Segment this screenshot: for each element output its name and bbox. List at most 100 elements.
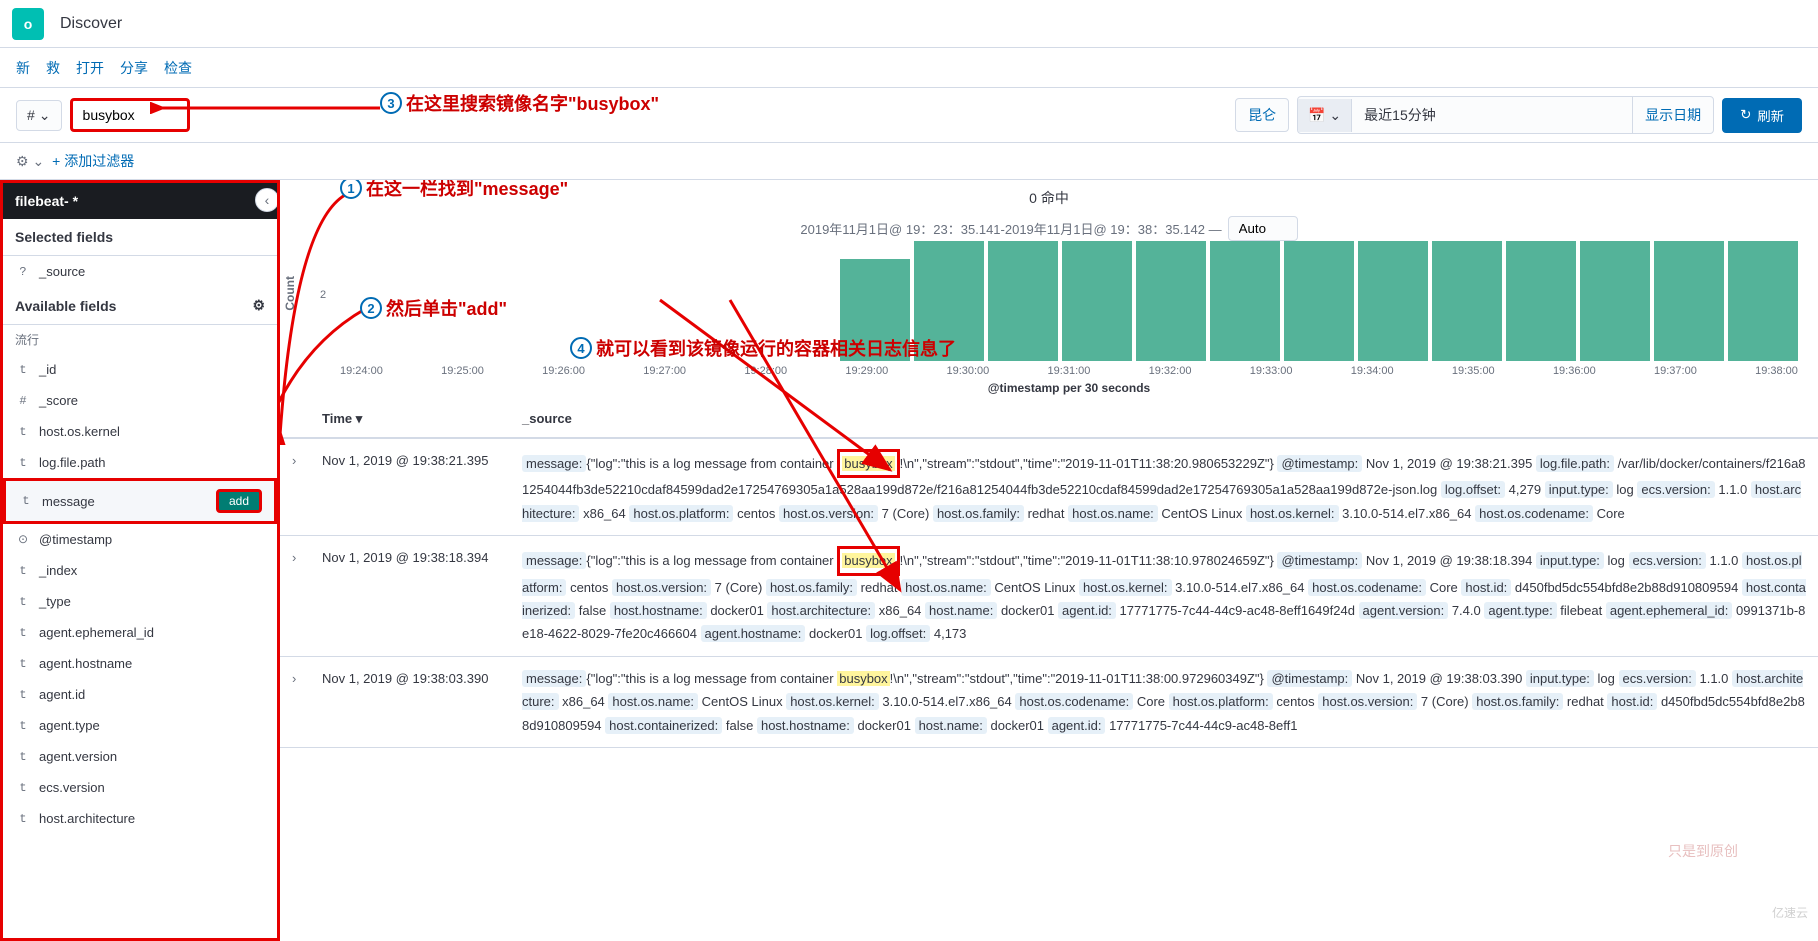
field-type-icon: t [15,812,31,826]
field-key: host.os.family: [933,505,1024,522]
refresh-icon: ↻ [1740,107,1751,123]
field-key: @timestamp: [1277,552,1362,569]
collapse-sidebar-icon[interactable]: ‹ [255,188,279,212]
field-row[interactable]: #_score [3,385,277,416]
expand-icon[interactable]: › [292,667,322,737]
search-highlight: busybox [842,456,894,471]
field-type-icon: t [15,564,31,578]
field-key: ecs.version: [1637,481,1714,498]
table-row: ›Nov 1, 2019 @ 19:38:18.394message:{"log… [280,536,1818,657]
field-row[interactable]: tagent.id [3,679,277,710]
row-time: Nov 1, 2019 @ 19:38:03.390 [322,667,522,737]
field-key: host.os.codename: [1308,579,1426,596]
field-name: agent.ephemeral_id [39,625,154,640]
field-key: host.os.family: [1472,693,1563,710]
kql-label[interactable]: 昆仑 [1235,98,1289,132]
expand-icon[interactable]: › [292,449,322,525]
chart-bar[interactable] [1284,241,1354,361]
menu-item[interactable]: 新 [16,58,30,78]
chart-bar[interactable] [1432,241,1502,361]
app-logo[interactable]: o [12,8,44,40]
chart-bar[interactable] [1062,241,1132,361]
field-key: input.type: [1526,670,1594,687]
chart-bar[interactable] [988,241,1058,361]
field-key: host.id: [1461,579,1511,596]
field-row[interactable]: ⊙@timestamp [3,524,277,555]
column-header-time[interactable]: Time ▾ [322,411,522,427]
x-tick: 19:38:00 [1755,365,1798,377]
annotation-text-3: 在这里搜索镜像名字"busybox" [406,90,659,116]
field-name: agent.type [39,718,100,733]
gear-icon[interactable]: ⚙ [252,297,265,314]
show-dates-link[interactable]: 显示日期 [1632,97,1713,133]
field-name: agent.version [39,749,117,764]
chart-bar[interactable] [1358,241,1428,361]
menu-item[interactable]: 分享 [120,58,148,78]
search-query-input[interactable] [70,98,190,132]
field-key: agent.version: [1359,602,1449,619]
chart-bar[interactable] [1580,241,1650,361]
chart-bar[interactable] [1210,241,1280,361]
field-name: _index [39,563,77,578]
field-row[interactable]: thost.architecture [3,803,277,834]
popular-label: 流行 [3,325,277,354]
results-area: 1 在这一栏找到"message" 0 命中 2019年11月1日@ 19：23… [280,180,1818,941]
field-row[interactable]: tagent.ephemeral_id [3,617,277,648]
field-row[interactable]: tagent.version [3,741,277,772]
field-row[interactable]: ?_source [3,256,277,287]
refresh-label: 刷新 [1757,106,1784,125]
annotation-badge-3: 3 [380,92,402,114]
field-key: host.os.codename: [1475,505,1593,522]
date-picker[interactable]: 📅 ⌄ 最近15分钟 显示日期 [1297,96,1714,134]
field-row[interactable]: tagent.type [3,710,277,741]
add-field-button[interactable]: add [216,489,262,513]
field-row[interactable]: thost.os.kernel [3,416,277,447]
chart-x-title: @timestamp per 30 seconds [340,381,1798,395]
field-type-icon: ? [15,265,31,279]
table-row: ›Nov 1, 2019 @ 19:38:21.395message:{"log… [280,439,1818,536]
x-tick: 19:26:00 [542,365,585,377]
chart-bar[interactable] [1654,241,1724,361]
add-filter-link[interactable]: + 添加过滤器 [52,151,134,171]
field-key: message: [522,670,586,687]
field-key: agent.type: [1484,602,1556,619]
field-key: host.os.name: [608,693,698,710]
field-type-icon: t [15,781,31,795]
row-time: Nov 1, 2019 @ 19:38:21.395 [322,449,522,525]
field-row[interactable]: tmessageadd [3,478,277,524]
chart-bar[interactable] [1506,241,1576,361]
field-row[interactable]: t_id [3,354,277,385]
column-header-source[interactable]: _source [522,411,1806,427]
annotation-badge-1: 1 [340,180,362,199]
chart-bar[interactable] [1136,241,1206,361]
field-type-icon: # [15,394,31,408]
filter-bar: ⚙ ⌄ + 添加过滤器 [0,143,1818,180]
selected-fields-header: Selected fields [3,219,277,256]
field-name: _id [39,362,56,377]
menu-item[interactable]: 打开 [76,58,104,78]
chart-bar[interactable] [1728,241,1798,361]
x-tick: 19:29:00 [845,365,888,377]
menu-item[interactable]: 救 [46,58,60,78]
field-row[interactable]: t _index [3,555,277,586]
gear-icon[interactable]: ⚙ ⌄ [16,153,44,170]
time-range-display: 2019年11月1日@ 19：23：35.141-2019年11月1日@ 19：… [800,219,1221,238]
menu-item[interactable]: 检查 [164,58,192,78]
search-highlight: busybox [842,553,894,568]
query-lang-select[interactable]: # ⌄ [16,100,62,131]
field-row[interactable]: tlog.file.path [3,447,277,478]
watermark: 只是到原创 [1668,841,1738,861]
field-key: host.hostname: [757,717,854,734]
field-key: host.os.kernel: [786,693,879,710]
field-row[interactable]: tecs.version [3,772,277,803]
x-tick: 19:37:00 [1654,365,1697,377]
refresh-button[interactable]: ↻ 刷新 [1722,98,1802,133]
date-range-text[interactable]: 最近15分钟 [1352,97,1632,133]
histogram-chart[interactable]: Count 2 19:24:0019:25:0019:26:0019:27:00… [280,241,1818,401]
interval-select[interactable]: Auto [1228,216,1298,241]
field-row[interactable]: t_type [3,586,277,617]
index-pattern-select[interactable]: filebeat- * [3,183,277,219]
expand-icon[interactable]: › [292,546,322,646]
field-row[interactable]: tagent.hostname [3,648,277,679]
available-fields-header: Available fields ⚙ [3,287,277,325]
